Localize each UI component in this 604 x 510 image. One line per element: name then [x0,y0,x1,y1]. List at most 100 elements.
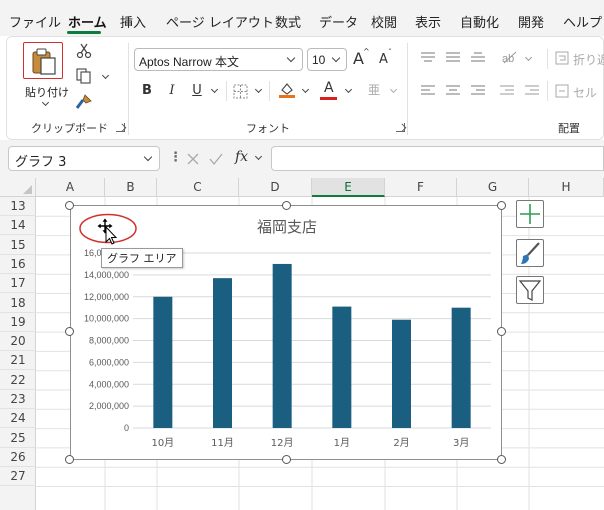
resize-handle-bottom-right[interactable] [497,455,506,464]
merge-center-icon[interactable] [555,84,569,98]
column-header-h[interactable]: H [529,178,604,197]
resize-handle-top-right[interactable] [497,201,506,210]
bold-button[interactable]: B [139,83,155,98]
italic-button[interactable]: I [164,83,180,98]
format-painter-icon[interactable] [75,94,93,110]
tab-data[interactable]: データ [319,12,358,31]
formula-input[interactable] [271,146,604,171]
borders-dropdown-icon[interactable] [254,85,263,94]
row-header-18[interactable]: 18 [0,294,36,313]
chart-styles-button[interactable] [516,239,544,267]
merge-center-label[interactable]: セル [573,84,597,101]
font-size-select[interactable]: 10 [307,48,347,71]
row-header-16[interactable]: 16 [0,255,36,274]
group-separator [128,43,129,135]
align-left-icon[interactable] [420,84,436,96]
resize-handle-top-left[interactable] [65,201,74,210]
bar-2月[interactable] [392,319,411,428]
tab-developer[interactable]: 開発 [518,12,544,31]
column-header-g[interactable]: G [457,178,529,197]
row-header-23[interactable]: 23 [0,390,36,409]
increase-indent-icon[interactable] [524,84,540,96]
wrap-text-icon[interactable] [555,51,569,65]
column-header-f[interactable]: F [385,178,457,197]
row-header-21[interactable]: 21 [0,351,36,371]
bar-11月[interactable] [213,278,232,428]
font-color-dropdown-icon[interactable] [344,85,353,94]
fill-color-icon[interactable] [278,81,296,99]
orientation-icon[interactable]: ab [501,49,519,65]
column-header-c[interactable]: C [157,178,239,197]
row-header-19[interactable]: 19 [0,313,36,332]
align-separator [547,49,548,69]
name-box[interactable]: グラフ 3 [8,146,160,171]
resize-handle-left[interactable] [65,327,74,336]
column-header-a[interactable]: A [36,178,105,197]
row-header-27[interactable]: 27 [0,467,36,487]
row-header-20[interactable]: 20 [0,332,36,352]
row-header-25[interactable]: 25 [0,429,36,448]
decrease-font-icon[interactable]: A [379,52,388,67]
font-color-icon[interactable]: A [324,80,334,96]
borders-icon[interactable] [233,84,248,99]
row-header-24[interactable]: 24 [0,409,36,429]
enter-icon[interactable] [208,152,224,166]
resize-handle-bottom-left[interactable] [65,455,74,464]
paste-button[interactable]: 貼り付け [21,42,69,112]
font-dialog-launcher[interactable] [396,123,405,132]
clipboard-dialog-launcher[interactable] [116,123,125,132]
chart-elements-button[interactable] [516,200,544,228]
tab-help[interactable]: ヘルプ [563,12,602,31]
resize-handle-right[interactable] [497,327,506,336]
decrease-indent-icon[interactable] [499,84,515,96]
column-header-e[interactable]: E [312,178,385,197]
tab-page-layout[interactable]: ページ レイアウト [166,12,274,31]
chart-filters-button[interactable] [516,276,544,304]
column-header-b[interactable]: B [105,178,157,197]
underline-dropdown-icon[interactable] [210,85,219,94]
align-right-icon[interactable] [470,84,486,96]
underline-button[interactable]: U [189,83,205,98]
phonetic-dropdown-icon[interactable] [389,85,398,94]
row-header-26[interactable]: 26 [0,448,36,467]
fill-color-dropdown-icon[interactable] [301,85,310,94]
row-header-22[interactable]: 22 [0,371,36,390]
tab-insert[interactable]: 挿入 [120,12,146,31]
paste-label: 貼り付け [25,86,69,99]
column-header-d[interactable]: D [239,178,312,197]
bar-3月[interactable] [451,307,471,428]
row-header-17[interactable]: 17 [0,274,36,294]
insert-function-icon[interactable]: fx [235,149,248,165]
select-all-corner[interactable] [0,178,36,197]
row-header-14[interactable]: 14 [0,216,36,236]
align-center-icon[interactable] [445,84,461,96]
align-top-icon[interactable] [420,51,436,63]
bar-10月[interactable] [153,296,173,428]
tab-file[interactable]: ファイル [9,12,61,31]
tab-review[interactable]: 校閲 [371,12,397,31]
resize-handle-bottom[interactable] [282,455,291,464]
cancel-icon[interactable] [186,152,200,166]
function-dropdown-icon[interactable] [254,152,263,161]
wrap-text-label[interactable]: 折り返 [573,51,604,68]
bar-1月[interactable] [332,306,352,428]
resize-handle-top[interactable] [282,201,291,210]
chevron-down-icon [331,53,341,63]
copy-dropdown-icon[interactable] [101,71,110,80]
font-name-select[interactable]: Aptos Narrow 本文 [134,48,303,71]
phonetic-icon[interactable]: 亜 [368,81,380,98]
cut-icon[interactable] [76,43,92,59]
align-bottom-icon[interactable] [470,51,486,63]
bar-12月[interactable] [272,263,292,428]
orientation-dropdown-icon[interactable] [524,53,533,62]
tab-formulas[interactable]: 数式 [275,12,301,31]
paste-dropdown-icon[interactable] [41,98,50,107]
align-middle-icon[interactable] [445,51,461,63]
row-header-15[interactable]: 15 [0,236,36,255]
copy-icon[interactable] [76,68,92,84]
tab-view[interactable]: 表示 [415,12,441,31]
tab-automate[interactable]: 自動化 [460,12,499,31]
tab-home[interactable]: ホーム [68,12,107,31]
more-icon[interactable]: ⋮ [169,150,182,165]
row-header-13[interactable]: 13 [0,197,36,216]
